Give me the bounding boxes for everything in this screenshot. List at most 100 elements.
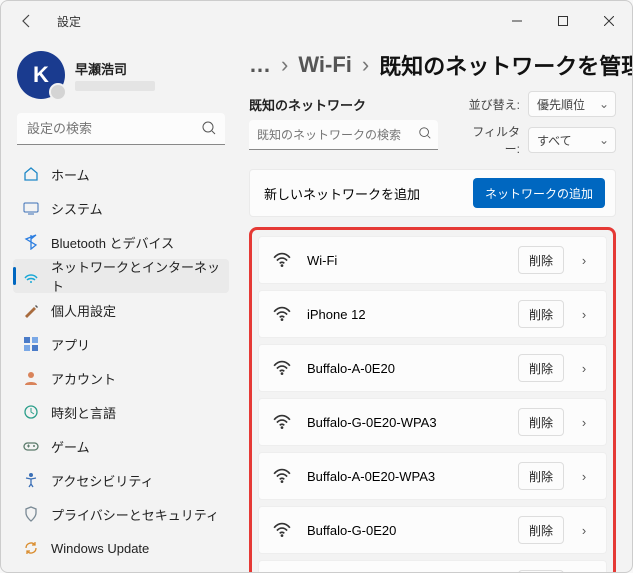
wifi-icon xyxy=(273,359,291,377)
titlebar: 設定 xyxy=(1,1,632,41)
wifi-icon xyxy=(273,521,291,539)
network-item[interactable]: Wi-Fi削除 › xyxy=(258,236,607,284)
breadcrumb: … › Wi-Fi › 既知のネットワークを管理 xyxy=(249,49,616,81)
chevron-down-icon: ⌄ xyxy=(599,133,609,147)
network-name: Buffalo-G-0E20 xyxy=(307,523,518,538)
sort-label: 並び替え: xyxy=(466,96,520,113)
maximize-button[interactable] xyxy=(540,1,586,41)
add-network-button[interactable]: ネットワークの追加 xyxy=(473,178,605,208)
network-name: Buffalo-A-0E20-WPA3 xyxy=(307,469,518,484)
search-input[interactable] xyxy=(17,113,225,145)
chevron-right-icon[interactable]: › xyxy=(572,469,596,484)
sidebar-item-label: システム xyxy=(51,199,103,218)
known-networks-heading: 既知のネットワーク xyxy=(249,95,438,114)
network-item[interactable]: Buffalo-G-0E20削除 › xyxy=(258,506,607,554)
delete-button[interactable]: 削除 xyxy=(518,408,564,436)
home-icon xyxy=(23,166,39,182)
filter-value: すべて xyxy=(537,132,572,149)
chevron-right-icon[interactable]: › xyxy=(572,253,596,268)
delete-button[interactable]: 削除 xyxy=(518,462,564,490)
sort-dropdown[interactable]: 優先順位 ⌄ xyxy=(528,91,616,117)
delete-button[interactable]: 削除 xyxy=(518,300,564,328)
wifi-icon xyxy=(273,413,291,431)
network-item[interactable]: Buffalo-A-0E20-WPA3削除 › xyxy=(258,452,607,500)
window-controls xyxy=(494,1,632,41)
breadcrumb-wifi[interactable]: Wi-Fi xyxy=(298,52,352,78)
breadcrumb-more[interactable]: … xyxy=(249,52,271,78)
sidebar-item-accessibility[interactable]: アクセシビリティ xyxy=(13,463,229,497)
sidebar-item-bluetooth[interactable]: Bluetooth とデバイス xyxy=(13,225,229,259)
sidebar-item-label: Bluetooth とデバイス xyxy=(51,233,174,252)
sidebar-item-privacy[interactable]: プライバシーとセキュリティ xyxy=(13,497,229,531)
sidebar-item-system[interactable]: システム xyxy=(13,191,229,225)
delete-button[interactable]: 削除 xyxy=(518,354,564,382)
sidebar-item-label: アプリ xyxy=(51,335,90,354)
accessibility-icon xyxy=(23,472,39,488)
settings-window: 設定 K 早瀬浩司 ホームシステムBluetooth とデバイスネットワーク xyxy=(0,0,633,573)
minimize-button[interactable] xyxy=(494,1,540,41)
sidebar-item-apps[interactable]: アプリ xyxy=(13,327,229,361)
gaming-icon xyxy=(23,438,39,454)
network-name: Buffalo-A-0E20 xyxy=(307,361,518,376)
network-name: Buffalo-G-0E20-WPA3 xyxy=(307,415,518,430)
personalize-icon xyxy=(23,302,39,318)
sidebar-item-network[interactable]: ネットワークとインターネット xyxy=(13,259,229,293)
network-item[interactable]: Buffalo-G-0E20-WPA3削除 › xyxy=(258,398,607,446)
avatar: K xyxy=(17,51,65,99)
sidebar-item-update[interactable]: Windows Update xyxy=(13,531,229,565)
sidebar-item-label: 個人用設定 xyxy=(51,301,116,320)
sidebar-item-label: 時刻と言語 xyxy=(51,403,116,422)
chevron-right-icon[interactable]: › xyxy=(572,361,596,376)
profile-block[interactable]: K 早瀬浩司 xyxy=(13,45,229,109)
sidebar-item-home[interactable]: ホーム xyxy=(13,157,229,191)
back-button[interactable] xyxy=(17,11,37,31)
profile-name: 早瀬浩司 xyxy=(75,59,155,78)
wifi-icon xyxy=(273,251,291,269)
chevron-right-icon[interactable]: › xyxy=(572,415,596,430)
close-button[interactable] xyxy=(586,1,632,41)
chevron-right-icon: › xyxy=(362,52,369,78)
sidebar-item-label: ゲーム xyxy=(51,437,90,456)
bluetooth-icon xyxy=(23,234,39,250)
update-icon xyxy=(23,540,39,556)
sidebar-item-time[interactable]: 時刻と言語 xyxy=(13,395,229,429)
network-item[interactable]: Xperia XZ_e793削除› xyxy=(258,560,607,572)
account-icon xyxy=(23,370,39,386)
privacy-icon xyxy=(23,506,39,522)
filter-dropdown[interactable]: すべて ⌄ xyxy=(528,127,616,153)
apps-icon xyxy=(23,336,39,352)
network-item[interactable]: iPhone 12削除 › xyxy=(258,290,607,338)
profile-email-redacted xyxy=(75,81,155,91)
sidebar-item-personalize[interactable]: 個人用設定 xyxy=(13,293,229,327)
network-icon xyxy=(23,268,39,284)
network-name: Wi-Fi xyxy=(307,253,518,268)
chevron-down-icon: ⌄ xyxy=(599,97,609,111)
search-icon xyxy=(201,120,217,141)
delete-button[interactable]: 削除 xyxy=(518,516,564,544)
breadcrumb-current: 既知のネットワークを管理 xyxy=(379,49,632,81)
add-network-label: 新しいネットワークを追加 xyxy=(264,184,420,203)
filter-label: フィルター: xyxy=(466,123,520,157)
settings-search[interactable] xyxy=(17,113,225,145)
network-search[interactable] xyxy=(249,120,438,150)
chevron-right-icon[interactable]: › xyxy=(572,523,596,538)
sidebar-item-gaming[interactable]: ゲーム xyxy=(13,429,229,463)
sidebar: K 早瀬浩司 ホームシステム Bluetooth とデバイスネットワークとインター… xyxy=(1,41,237,572)
network-item[interactable]: Buffalo-A-0E20削除 › xyxy=(258,344,607,392)
network-name: iPhone 12 xyxy=(307,307,518,322)
sidebar-item-label: アクセシビリティ xyxy=(51,471,154,490)
sidebar-item-label: ネットワークとインターネット xyxy=(51,257,221,295)
wifi-icon xyxy=(273,305,291,323)
search-icon xyxy=(418,126,432,145)
window-title: 設定 xyxy=(57,13,81,30)
time-icon xyxy=(23,404,39,420)
wifi-icon xyxy=(273,467,291,485)
chevron-right-icon[interactable]: › xyxy=(572,307,596,322)
sort-value: 優先順位 xyxy=(537,96,585,113)
network-search-input[interactable] xyxy=(249,120,438,150)
sidebar-item-label: プライバシーとセキュリティ xyxy=(51,505,219,524)
sidebar-item-label: Windows Update xyxy=(51,541,149,556)
sidebar-item-account[interactable]: アカウント xyxy=(13,361,229,395)
delete-button[interactable]: 削除 xyxy=(518,570,564,572)
delete-button[interactable]: 削除 xyxy=(518,246,564,274)
